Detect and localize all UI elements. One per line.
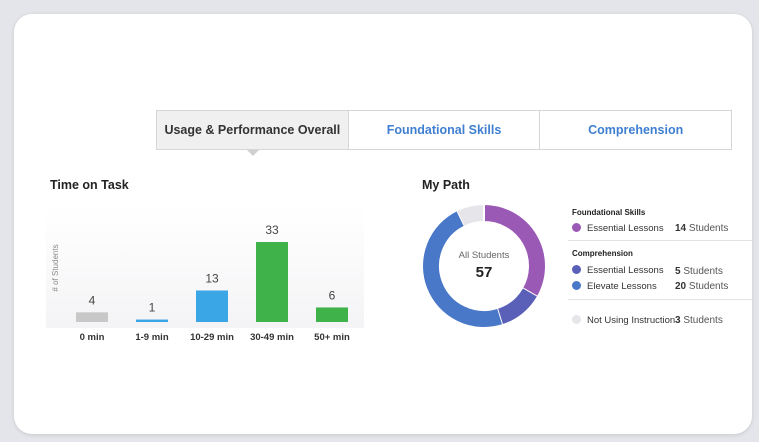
legend-label-comprehension-elevate: Elevate Lessons [587, 281, 657, 292]
donut-slice-not-using [457, 205, 485, 226]
x-tick-label: 1-9 min [135, 332, 168, 343]
bar-0-min [76, 312, 108, 322]
bar-value-label: 4 [89, 293, 96, 307]
bar-value-label: 6 [329, 288, 336, 302]
legend-count-foundational-essential: 14 Students [675, 223, 728, 234]
x-tick-label: 30-49 min [250, 332, 294, 343]
legend-divider [568, 299, 752, 300]
legend-divider [568, 240, 752, 241]
count-value: 3 [675, 315, 681, 326]
x-tick-label: 0 min [80, 332, 105, 343]
legend-label-not-using: Not Using Instruction [587, 315, 676, 326]
legend-swatch-foundational-essential [572, 223, 581, 232]
donut-slice-comprehension-essential [496, 288, 537, 325]
count-unit: Students [683, 315, 723, 326]
count-unit: Students [683, 266, 723, 277]
legend-label-foundational-essential: Essential Lessons [587, 223, 664, 234]
count-unit: Students [688, 223, 729, 234]
legend-heading-comprehension: Comprehension [572, 249, 633, 258]
y-axis-label: # of Students [51, 244, 60, 291]
donut-center-value: 57 [475, 264, 493, 281]
tab-usage-performance-overall[interactable]: Usage & Performance Overall [157, 111, 348, 149]
x-tick-label: 10-29 min [190, 332, 234, 343]
count-unit: Students [688, 281, 729, 292]
legend-label-comprehension-essential: Essential Lessons [587, 265, 664, 276]
bar-30-49-min [256, 242, 288, 322]
bar-50-min [316, 307, 348, 322]
count-value: 14 [675, 223, 687, 234]
bar-value-label: 1 [149, 301, 156, 315]
count-value: 20 [675, 281, 687, 292]
legend-count-comprehension-elevate: 20 Students [675, 281, 728, 292]
tab-bar: Usage & Performance Overall Foundational… [156, 110, 732, 150]
legend-swatch-comprehension-essential [572, 265, 581, 274]
dashboard-card: Usage & Performance Overall Foundational… [14, 14, 752, 434]
x-tick-label: 50+ min [314, 332, 350, 343]
count-value: 5 [675, 266, 681, 277]
legend-count-comprehension-essential: 5 Students [675, 266, 723, 277]
my-path-title: My Path [422, 178, 470, 192]
time-on-task-chart: # of Students 4 0 min 1 1-9 min 13 10-29 min 33… [46, 206, 364, 366]
legend-swatch-comprehension-elevate [572, 281, 581, 290]
time-on-task-title: Time on Task [50, 178, 129, 192]
tab-comprehension[interactable]: Comprehension [539, 111, 731, 149]
bar-value-label: 33 [265, 223, 279, 237]
bar-1-9-min [136, 319, 168, 322]
bar-value-label: 13 [205, 271, 219, 285]
donut-center-label: All Students [458, 250, 510, 261]
legend-count-not-using: 3 Students [675, 315, 723, 326]
legend-heading-foundational-skills: Foundational Skills [572, 208, 646, 217]
tab-foundational-skills[interactable]: Foundational Skills [347, 111, 540, 149]
bar-chart-svg: # of Students 4 0 min 1 1-9 min 13 10-29 min 33… [51, 223, 350, 343]
legend-swatch-not-using [572, 315, 581, 324]
bar-10-29-min [196, 290, 228, 322]
active-tab-caret-icon [247, 150, 259, 156]
